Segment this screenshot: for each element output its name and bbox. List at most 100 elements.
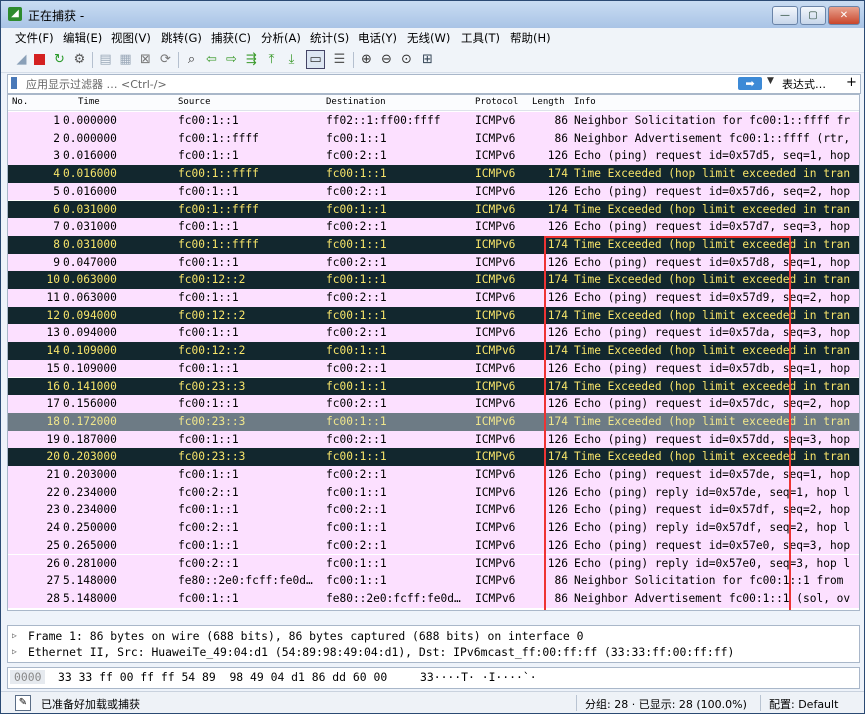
colorize-icon[interactable]: ☰ bbox=[331, 51, 348, 68]
zoom-out-icon[interactable]: ⊖ bbox=[378, 51, 395, 68]
add-filter-button[interactable]: + bbox=[846, 75, 857, 90]
menu-view[interactable]: 视图(V) bbox=[111, 30, 151, 46]
menu-help[interactable]: 帮助(H) bbox=[510, 30, 551, 46]
column-length[interactable]: Length bbox=[532, 97, 565, 107]
expression-button[interactable]: 表达式… bbox=[782, 76, 826, 92]
zoom-in-icon[interactable]: ⊕ bbox=[358, 51, 375, 68]
stop-capture-icon[interactable] bbox=[31, 51, 48, 68]
expand-arrow-icon[interactable]: ▷ bbox=[12, 631, 17, 640]
packet-row[interactable]: 8 0.031000 fc00:1::ffff fc00:1::1 ICMPv6 174 T… bbox=[8, 235, 859, 254]
packet-cell-dst: fc00:1::1 bbox=[326, 379, 387, 393]
menu-statistics[interactable]: 统计(S) bbox=[310, 30, 349, 46]
menu-analyze[interactable]: 分析(A) bbox=[261, 30, 301, 46]
column-time[interactable]: Time bbox=[78, 97, 100, 107]
packet-row[interactable]: 13 0.094000 fc00:1::1 fc00:2::1 ICMPv6 126 Ech… bbox=[8, 324, 859, 343]
go-back-icon[interactable]: ⇦ bbox=[203, 51, 220, 68]
reload-icon[interactable]: ⟳ bbox=[157, 51, 174, 68]
packet-row[interactable]: 27 5.148000 fe80::2e0:fcff:fe0d… fc00:1::1 I… bbox=[8, 572, 859, 590]
packet-row[interactable]: 9 0.047000 fc00:1::1 fc00:2::1 ICMPv6 126 Echo… bbox=[8, 253, 859, 272]
packet-row[interactable]: 14 0.109000 fc00:12::2 fc00:1::1 ICMPv6 174 Ti… bbox=[8, 342, 859, 360]
packet-row[interactable]: 20 0.203000 fc00:23::3 fc00:1::1 ICMPv6 174 Ti… bbox=[8, 448, 859, 466]
packet-row[interactable]: 4 0.016000 fc00:1::ffff fc00:1::1 ICMPv6 174 T… bbox=[8, 165, 859, 183]
column-info[interactable]: Info bbox=[574, 97, 596, 107]
column-protocol[interactable]: Protocol bbox=[475, 97, 518, 107]
packet-row[interactable]: 28 5.148000 fc00:1::1 fe80::2e0:fcff:fe0d… I… bbox=[8, 589, 859, 608]
packet-list[interactable]: No. Time Source Destination Protocol Len… bbox=[7, 94, 860, 611]
packet-cell-src: fc00:1::ffff bbox=[178, 202, 259, 216]
column-source[interactable]: Source bbox=[178, 97, 211, 107]
restart-capture-icon[interactable]: ↻ bbox=[51, 51, 68, 68]
resize-columns-icon[interactable]: ⊞ bbox=[419, 51, 436, 68]
packet-cell-time: 0.000000 bbox=[63, 114, 117, 127]
shark-fin-start-icon[interactable]: ◢ bbox=[13, 51, 30, 68]
expert-info-icon[interactable]: ✎ bbox=[15, 695, 31, 711]
bookmark-icon[interactable] bbox=[11, 77, 17, 89]
capture-options-icon[interactable]: ⚙ bbox=[71, 51, 88, 68]
packet-cell-proto: ICMPv6 bbox=[475, 574, 516, 588]
profile-selector[interactable]: 配置: Default bbox=[769, 696, 838, 712]
packet-bytes-pane[interactable]: 0000 33 33 ff 00 ff ff 54 89 98 49 04 d1… bbox=[7, 667, 860, 689]
menu-go[interactable]: 跳转(G) bbox=[161, 30, 202, 46]
menu-file[interactable]: 文件(F) bbox=[15, 30, 54, 46]
packet-cell-time: 0.016000 bbox=[63, 149, 117, 163]
packet-row[interactable]: 5 0.016000 fc00:1::1 fc00:2::1 ICMPv6 126 Echo… bbox=[8, 182, 859, 201]
packet-cell-len: 126 bbox=[547, 556, 568, 570]
apply-filter-button[interactable]: ➡ bbox=[738, 77, 762, 90]
packet-row[interactable]: 2 0.000000 fc00:1::ffff fc00:1::1 ICMPv6 86 Ne… bbox=[8, 129, 859, 148]
packet-row[interactable]: 21 0.203000 fc00:1::1 fc00:2::1 ICMPv6 126 Ech… bbox=[8, 466, 859, 484]
maximize-button[interactable]: ▢ bbox=[800, 6, 826, 25]
filter-history-dropdown[interactable]: ▼ bbox=[767, 76, 774, 86]
menu-edit[interactable]: 编辑(E) bbox=[63, 30, 102, 46]
packet-row[interactable]: 15 0.109000 fc00:1::1 fc00:2::1 ICMPv6 126 Ech… bbox=[8, 359, 859, 378]
packet-row[interactable]: 10 0.063000 fc00:12::2 fc00:1::1 ICMPv6 174 Ti… bbox=[8, 271, 859, 289]
go-last-icon[interactable]: ⤓ bbox=[283, 51, 300, 68]
autoscroll-icon[interactable]: ▭ bbox=[306, 50, 325, 69]
column-destination[interactable]: Destination bbox=[326, 97, 386, 107]
packet-row[interactable]: 11 0.063000 fc00:1::1 fc00:2::1 ICMPv6 126 Ech… bbox=[8, 289, 859, 307]
byte-ascii[interactable]: 33····T· ·I····`· bbox=[420, 670, 537, 684]
packet-row[interactable]: 25 0.265000 fc00:1::1 fc00:2::1 ICMPv6 126 Ech… bbox=[8, 536, 859, 555]
display-filter-input[interactable]: 应用显示过滤器 … <Ctrl-/> bbox=[26, 76, 167, 92]
menu-tools[interactable]: 工具(T) bbox=[461, 30, 500, 46]
go-first-icon[interactable]: ⤒ bbox=[263, 51, 280, 68]
packet-row[interactable]: 19 0.187000 fc00:1::1 fc00:2::1 ICMPv6 126 Ech… bbox=[8, 430, 859, 449]
packet-cell-time: 5.148000 bbox=[63, 574, 117, 588]
packet-row[interactable]: 16 0.141000 fc00:23::3 fc00:1::1 ICMPv6 174 Ti… bbox=[8, 377, 859, 396]
packet-cell-no: 6 bbox=[53, 202, 60, 216]
menu-capture[interactable]: 捕获(C) bbox=[211, 30, 251, 46]
packet-row[interactable]: 3 0.016000 fc00:1::1 fc00:2::1 ICMPv6 126 Echo… bbox=[8, 147, 859, 166]
close-file-icon[interactable]: ⊠ bbox=[137, 51, 154, 68]
packet-row[interactable]: 6 0.031000 fc00:1::ffff fc00:1::1 ICMPv6 174 T… bbox=[8, 200, 859, 219]
title-bar[interactable]: ◢ 正在捕获 - — ▢ ✕ bbox=[1, 1, 864, 28]
menu-wireless[interactable]: 无线(W) bbox=[407, 30, 450, 46]
save-file-icon[interactable]: ▦ bbox=[117, 51, 134, 68]
packet-row[interactable]: 1 0.000000 fc00:1::1 ff02::1:ff00:ffff ICMPv… bbox=[8, 112, 859, 130]
packet-cell-time: 0.031000 bbox=[63, 237, 117, 251]
column-no[interactable]: No. bbox=[12, 97, 28, 107]
close-button[interactable]: ✕ bbox=[828, 6, 860, 25]
packet-row[interactable]: 7 0.031000 fc00:1::1 fc00:2::1 ICMPv6 126 Echo… bbox=[8, 218, 859, 236]
packet-cell-len: 126 bbox=[547, 397, 568, 411]
minimize-button[interactable]: — bbox=[772, 6, 798, 25]
packet-cell-len: 174 bbox=[547, 450, 568, 464]
packet-row[interactable]: 24 0.250000 fc00:2::1 fc00:1::1 ICMPv6 126 Ech… bbox=[8, 519, 859, 537]
packet-row[interactable]: 18 0.172000 fc00:23::3 fc00:1::1 ICMPv6 174 Ti… bbox=[8, 412, 859, 431]
packet-row[interactable]: 22 0.234000 fc00:2::1 fc00:1::1 ICMPv6 126 Ech… bbox=[8, 483, 859, 502]
expand-arrow-icon[interactable]: ▷ bbox=[12, 647, 17, 656]
packet-cell-time: 0.281000 bbox=[63, 556, 117, 570]
go-forward-icon[interactable]: ⇨ bbox=[223, 51, 240, 68]
go-to-packet-icon[interactable]: ⇶ bbox=[243, 51, 260, 68]
packet-details-pane[interactable]: ▷ Frame 1: 86 bytes on wire (688 bits), … bbox=[7, 625, 860, 663]
byte-hex[interactable]: 33 33 ff 00 ff ff 54 89 98 49 04 d1 86 d… bbox=[58, 670, 387, 684]
packet-cell-proto: ICMPv6 bbox=[475, 220, 516, 234]
packet-row[interactable]: 17 0.156000 fc00:1::1 fc00:2::1 ICMPv6 126 Ech… bbox=[8, 395, 859, 413]
zoom-normal-icon[interactable]: ⊙ bbox=[398, 51, 415, 68]
display-filter-bar[interactable]: 应用显示过滤器 … <Ctrl-/> ➡ ▼ 表达式… + bbox=[7, 74, 861, 94]
packet-cell-info: Echo (ping) request id=0x57d8, seq=1, ho… bbox=[574, 255, 851, 269]
packet-row[interactable]: 26 0.281000 fc00:2::1 fc00:1::1 ICMPv6 126 Ech… bbox=[8, 554, 859, 573]
menu-telephony[interactable]: 电话(Y) bbox=[358, 30, 397, 46]
packet-row[interactable]: 23 0.234000 fc00:1::1 fc00:2::1 ICMPv6 126 Ech… bbox=[8, 501, 859, 520]
open-file-icon[interactable]: ▤ bbox=[97, 51, 114, 68]
find-packet-icon[interactable]: ⌕ bbox=[183, 51, 200, 68]
packet-row[interactable]: 12 0.094000 fc00:12::2 fc00:1::1 ICMPv6 174 Ti… bbox=[8, 306, 859, 325]
